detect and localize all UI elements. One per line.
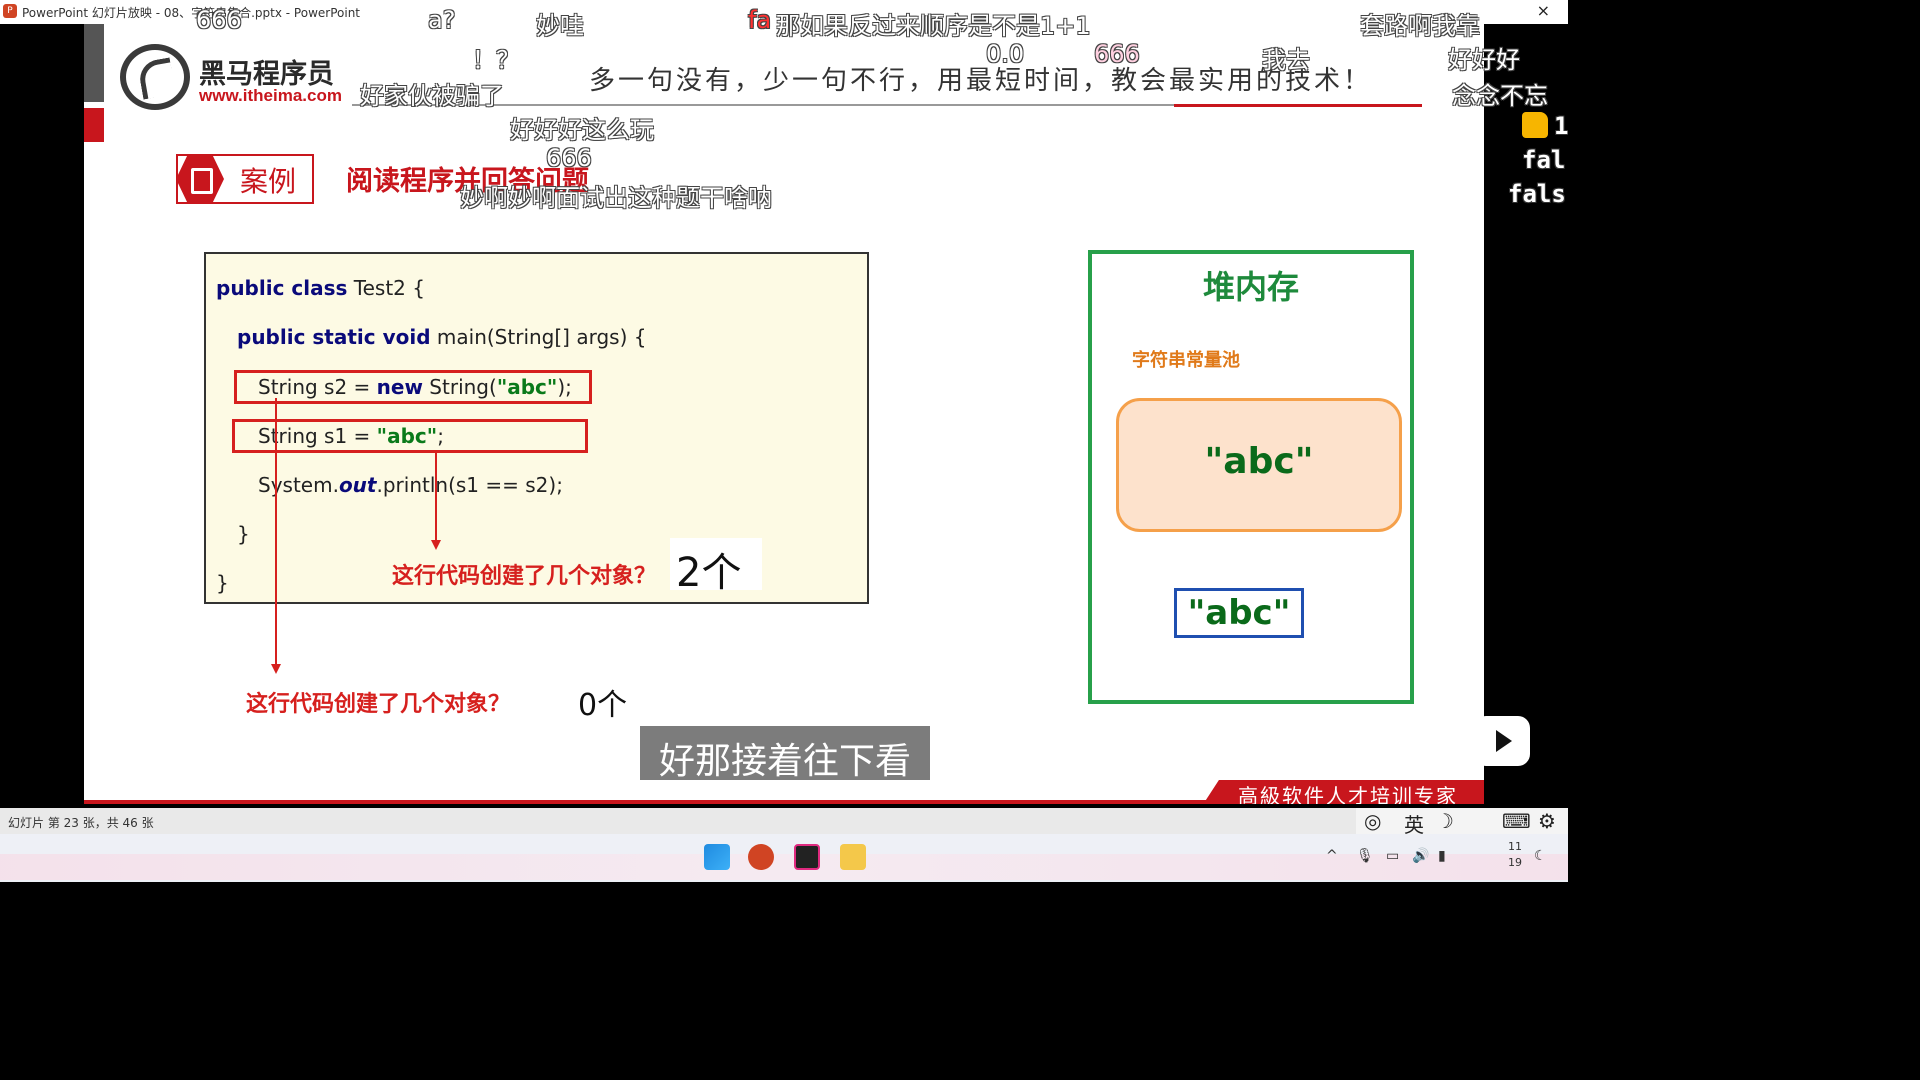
arrow-line-inner bbox=[435, 453, 437, 543]
slide-counter: 幻灯片 第 23 张，共 46 张 bbox=[8, 816, 154, 830]
highlight-line-3 bbox=[234, 370, 592, 404]
video-frame: P PowerPoint 幻灯片放映 - 08、字符串集合.pptx - Pow… bbox=[0, 0, 1568, 882]
danmaku-comment: 666 bbox=[1094, 40, 1140, 68]
case-label: 案例 bbox=[240, 165, 297, 198]
question-outer: 这行代码创建了几个对象？ bbox=[246, 692, 511, 717]
highlight-line-4 bbox=[232, 419, 588, 453]
microphone-icon[interactable]: 🎙 bbox=[1356, 848, 1374, 864]
document-icon bbox=[176, 154, 224, 204]
danmaku-comment: 套路啊我靠 bbox=[1360, 12, 1480, 40]
code-line-6: } bbox=[237, 522, 250, 546]
pool-string-value: "abc" bbox=[1204, 441, 1314, 482]
side-comment: fals bbox=[1508, 180, 1566, 208]
windows-start-icon[interactable] bbox=[704, 844, 730, 870]
side-comment: fal bbox=[1522, 146, 1566, 174]
case-tag: 案例 bbox=[176, 154, 314, 204]
footer-tag-text: 高級软件人才培训专家 bbox=[1238, 784, 1458, 804]
heap-memory-panel: 堆内存 字符串常量池 "abc" "abc" bbox=[1088, 250, 1414, 704]
intellij-taskbar-icon[interactable] bbox=[794, 844, 820, 870]
danmaku-comment: 好好好这么玩 bbox=[510, 116, 654, 144]
danmaku-comment: 妙啊妙啊面试出这种题干啥呐 bbox=[460, 184, 772, 212]
status-bar: 幻灯片 第 23 张，共 46 张 ◎ 英 ☽ ⌨ ⚙ bbox=[0, 808, 1568, 837]
horse-logo-icon bbox=[120, 44, 190, 110]
like-count: 1 bbox=[1554, 112, 1568, 140]
heap-string-object: "abc" bbox=[1174, 588, 1304, 638]
danmaku-comment: 好好好 bbox=[1448, 46, 1520, 74]
thumbs-up-icon[interactable] bbox=[1522, 112, 1548, 138]
danmaku-comment: 666 bbox=[546, 144, 592, 172]
ime-toolbar: ◎ 英 ☽ ⌨ ⚙ bbox=[1356, 808, 1568, 837]
danmaku-comment: 念念不忘 bbox=[1452, 82, 1548, 110]
powerpoint-icon: P bbox=[3, 4, 17, 18]
notes-taskbar-icon[interactable] bbox=[840, 844, 866, 870]
arrow-tip-inner-icon bbox=[431, 540, 441, 550]
keyboard-icon[interactable]: ⌨ bbox=[1502, 809, 1531, 833]
danmaku-comment: fa bbox=[748, 6, 772, 34]
subtitle-text: 好那接着往下看 bbox=[658, 741, 911, 782]
arrow-tip-outer-icon bbox=[271, 664, 281, 674]
moon-icon[interactable]: ☽ bbox=[1436, 809, 1454, 833]
code-line-5: System.out.println(s1 == s2); bbox=[258, 473, 563, 497]
danmaku-comment: 666 bbox=[196, 6, 242, 34]
taskbar: ^ 🎙 ▭ 🔊 ▮ 11 19 ☾ bbox=[0, 834, 1568, 882]
slide-decor-red-bar bbox=[84, 108, 104, 142]
notification-moon-icon[interactable]: ☾ bbox=[1534, 848, 1547, 864]
window-title: PowerPoint 幻灯片放映 - 08、字符串集合.pptx - Power… bbox=[22, 6, 361, 20]
danmaku-comment: 好家伙被骗了 bbox=[360, 82, 504, 110]
clock-date[interactable]: 19 bbox=[1508, 856, 1522, 869]
code-line-1: public class Test2 { bbox=[216, 276, 425, 300]
speaker-icon[interactable]: 🔊 bbox=[1412, 848, 1429, 864]
close-icon[interactable]: × bbox=[1537, 1, 1550, 20]
string-pool-label: 字符串常量池 bbox=[1132, 350, 1240, 371]
code-line-7: } bbox=[216, 571, 229, 595]
heap-title: 堆内存 bbox=[1202, 268, 1299, 306]
clock-time[interactable]: 11 bbox=[1508, 840, 1522, 853]
danmaku-comment: 我去 bbox=[1262, 46, 1310, 74]
gear-icon[interactable]: ⚙ bbox=[1538, 809, 1556, 833]
battery-icon[interactable]: ▮ bbox=[1438, 848, 1446, 864]
monitor-icon[interactable]: ▭ bbox=[1386, 848, 1399, 864]
answer-inner: 2个 bbox=[676, 550, 742, 596]
play-tv-icon[interactable] bbox=[1474, 716, 1530, 766]
question-inner: 这行代码创建了几个对象？ bbox=[392, 564, 657, 589]
string-pool: "abc" bbox=[1116, 398, 1402, 532]
chevron-up-icon[interactable]: ^ bbox=[1326, 848, 1338, 864]
code-line-2: public static void main(String[] args) { bbox=[237, 325, 647, 349]
ime-logo-icon[interactable]: ◎ bbox=[1364, 809, 1381, 833]
danmaku-comment: 妙哇 bbox=[536, 12, 584, 40]
answer-outer: 0个 bbox=[578, 688, 628, 723]
danmaku-comment: ！？ bbox=[472, 46, 520, 74]
slogan-underline-accent bbox=[1174, 104, 1422, 107]
slogan: 多一句没有，少一句不行，用最短时间，教会最实用的技术！ bbox=[589, 66, 1373, 96]
video-subtitle: 好那接着往下看 bbox=[640, 726, 930, 782]
logo-url: www.itheima.com bbox=[199, 86, 342, 105]
arrow-line-outer bbox=[275, 398, 277, 666]
slide: 黑马程序员 www.itheima.com 多一句没有，少一句不行，用最短时间，… bbox=[84, 24, 1484, 804]
heap-string-value: "abc" bbox=[1187, 593, 1291, 633]
footer-tag: 高級软件人才培训专家 bbox=[1202, 780, 1484, 804]
danmaku-comment: 0.0 bbox=[986, 40, 1025, 68]
code-box: public class Test2 { public static void … bbox=[204, 252, 869, 604]
slide-decor-gray-bar bbox=[84, 24, 104, 102]
danmaku-comment: 那如果反过来顺序是不是1+1 bbox=[776, 12, 1091, 40]
danmaku-comment: a? bbox=[428, 6, 456, 34]
powerpoint-taskbar-icon[interactable] bbox=[748, 844, 774, 870]
